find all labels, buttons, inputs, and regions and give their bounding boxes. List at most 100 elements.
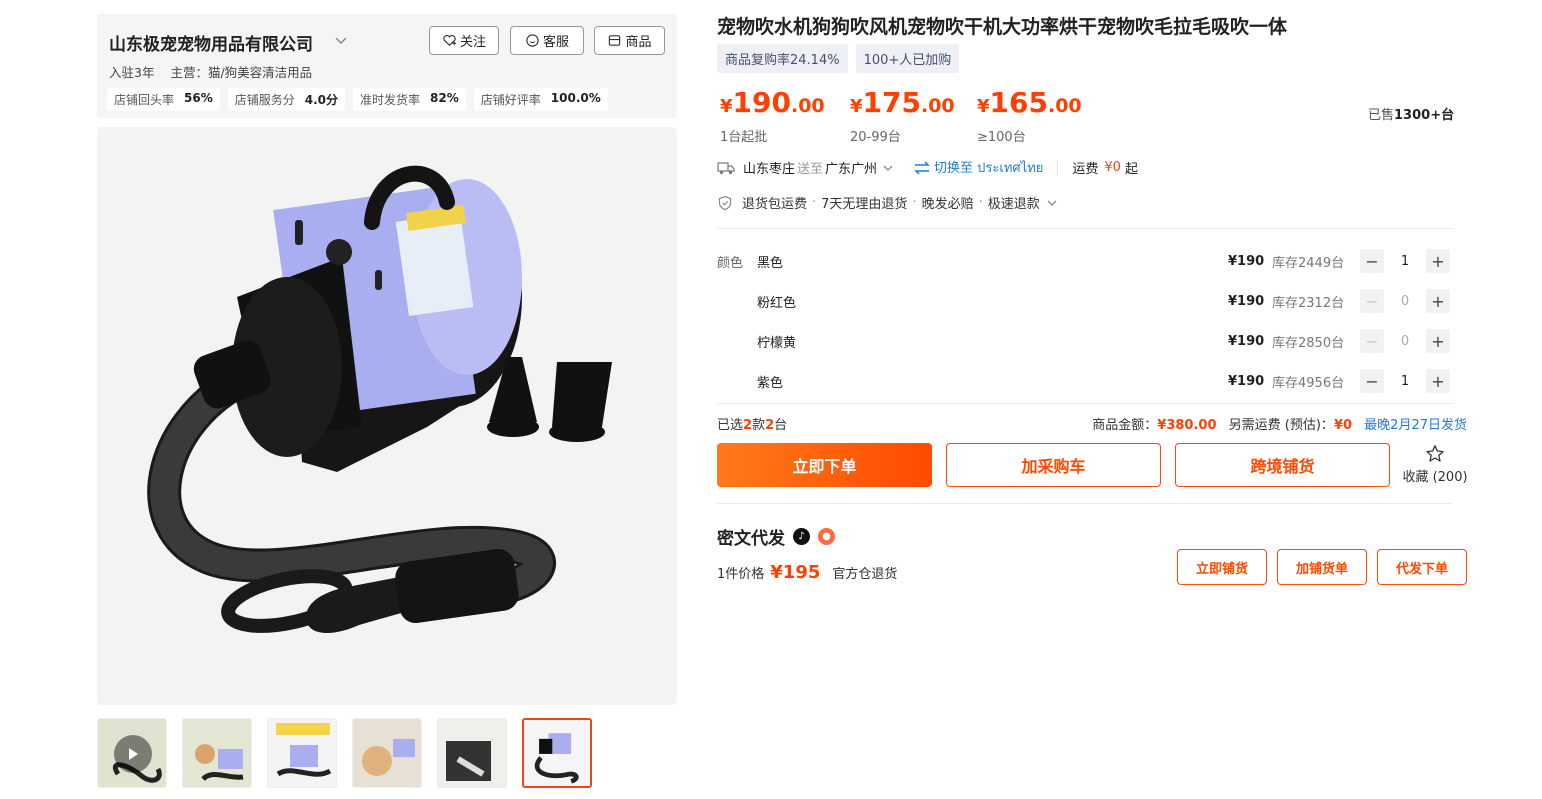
increment-button[interactable]: +: [1426, 369, 1450, 393]
thumbnail-video[interactable]: [97, 718, 167, 788]
sold-count: 已售1300+台: [1368, 104, 1454, 123]
quantity-stepper: − 1 +: [1360, 369, 1450, 393]
divider: [1057, 160, 1059, 175]
decrement-button[interactable]: −: [1360, 249, 1384, 273]
quantity-value[interactable]: 1: [1384, 254, 1426, 269]
ship-from: 山东枣庄: [743, 162, 796, 177]
customer-service-button[interactable]: 客服: [510, 26, 584, 55]
smile-chat-icon: [526, 34, 539, 47]
thumbnail-5[interactable]: [437, 718, 507, 788]
main-product-image[interactable]: [97, 127, 677, 705]
guarantee-item: 晚发必赔: [921, 197, 974, 212]
add-to-list-button[interactable]: 加铺货单: [1277, 549, 1367, 585]
order-now-button[interactable]: 立即下单: [717, 443, 932, 487]
chevron-down-icon[interactable]: [881, 161, 895, 175]
price-condition: 1台起批: [720, 130, 768, 145]
service-label: 客服: [542, 35, 569, 50]
chevron-down-icon[interactable]: [1045, 196, 1059, 210]
selection-summary: 已选2款2台: [717, 414, 787, 433]
thumb-art: [353, 719, 421, 787]
stat-repurchase: 店铺回头率 56%: [107, 88, 220, 111]
guarantee-row[interactable]: 退货包运费 · 7天无理由退货 · 晚发必赔 · 极速退款: [717, 193, 1059, 212]
sku-row-black: 黑色 ¥190 库存2449台 − 1 +: [757, 248, 1450, 274]
decrement-button[interactable]: −: [1360, 329, 1384, 353]
add-to-cart-button[interactable]: 加采购车: [946, 443, 1161, 487]
quantity-stepper: − 1 +: [1360, 249, 1450, 273]
amount-label: 商品金额：: [1092, 418, 1158, 433]
order-summary: 已选2款2台 商品金额：¥380.00 另需运费 (预估)：¥0 最晚2月27日…: [717, 414, 1467, 433]
stat-value: 82%: [430, 91, 459, 105]
shop-stats: 店铺回头率 56% 店铺服务分 4.0分 准时发货率 82% 店铺好评率 100.0%: [107, 88, 608, 111]
sku-price: ¥190: [1228, 333, 1265, 349]
cross-border-button[interactable]: 跨境铺货: [1175, 443, 1390, 487]
heart-plus-icon: [443, 34, 457, 46]
shop-name[interactable]: 山东极宠宠物用品有限公司: [109, 30, 313, 55]
sold-prefix: 已售: [1368, 108, 1395, 123]
quantity-stepper: − 0 +: [1360, 289, 1450, 313]
thumbnail-3[interactable]: [267, 718, 337, 788]
quantity-value[interactable]: 0: [1384, 334, 1426, 349]
shop-card: 山东极宠宠物用品有限公司 关注 客服 商品 入驻3年 主营：猫/狗美容清洁用品 …: [97, 14, 677, 118]
freight-value: ¥0: [1104, 160, 1121, 175]
favorite-label: 收藏 (200): [1402, 470, 1468, 485]
dropship-title: 密文代发: [717, 529, 785, 549]
price-tier-1: ¥190.00 1台起批: [720, 86, 825, 145]
price-integer: 190: [732, 86, 791, 119]
store-icon: [609, 35, 621, 46]
favorite-button[interactable]: 收藏 (200): [1402, 444, 1468, 485]
list-now-button[interactable]: 立即铺货: [1177, 549, 1267, 585]
sku-stock: 库存2312台: [1272, 295, 1345, 311]
price-decimal: .00: [790, 95, 825, 117]
quantity-value[interactable]: 1: [1384, 374, 1426, 389]
ship-destination[interactable]: 广东广州: [825, 158, 877, 177]
price-tier-3: ¥165.00 ≥100台: [977, 86, 1082, 145]
sku-row-purple: 紫色 ¥190 库存4956台 − 1 +: [757, 368, 1450, 394]
stat-value: 56%: [184, 91, 213, 105]
sku-row-lemon: 柠檬黄 ¥190 库存2850台 − 0 +: [757, 328, 1450, 354]
shipping-row: 山东枣庄 送至 广东广州 切换至 ประเทศไทย 运费 ¥0 起: [717, 157, 1138, 178]
thumb-art: [268, 719, 336, 787]
freight-estimate-value: ¥0: [1333, 418, 1353, 433]
divider: [717, 228, 1452, 229]
guarantee-item: 极速退款: [987, 197, 1040, 212]
shop-products-button[interactable]: 商品: [594, 26, 665, 55]
decrement-button[interactable]: −: [1360, 369, 1384, 393]
truck-icon: [717, 161, 735, 174]
cart-count-tag: 100+人已加购: [855, 44, 960, 73]
swap-icon[interactable]: [913, 160, 931, 175]
dropship-section-title: 密文代发 ♪ ●: [717, 524, 835, 549]
divider: [717, 503, 1452, 504]
dropship-order-button[interactable]: 代发下单: [1377, 549, 1467, 585]
price-integer: 175: [862, 86, 921, 119]
increment-button[interactable]: +: [1426, 249, 1450, 273]
stat-value: 4.0分: [304, 93, 339, 107]
dropship-price-label: 1件价格: [717, 567, 765, 582]
shield-icon: [718, 195, 732, 210]
sku-name: 柠檬黄: [757, 335, 797, 351]
follow-button[interactable]: 关注: [429, 26, 499, 55]
divider: [717, 403, 1452, 404]
sel-suffix: 台: [774, 418, 788, 433]
decrement-button[interactable]: −: [1360, 289, 1384, 313]
price-decimal: .00: [920, 95, 955, 117]
follow-label: 关注: [459, 35, 486, 50]
thumbnail-2[interactable]: [182, 718, 252, 788]
sku-price: ¥190: [1228, 253, 1265, 269]
chevron-down-icon[interactable]: [333, 32, 349, 48]
increment-button[interactable]: +: [1426, 329, 1450, 353]
stat-on-time: 准时发货率 82%: [353, 88, 466, 111]
price-condition: 20-99台: [850, 130, 901, 145]
product-tags: 商品复购率24.14% 100+人已加购: [717, 44, 960, 73]
stat-value: 100.0%: [550, 91, 601, 105]
thumbnail-6[interactable]: [522, 718, 592, 788]
separator-dot: ·: [978, 195, 983, 210]
xiaohongshu-icon: ●: [818, 528, 835, 545]
quantity-value[interactable]: 0: [1384, 294, 1426, 309]
delivery-date: 最晚2月27日发货: [1364, 418, 1467, 433]
increment-button[interactable]: +: [1426, 289, 1450, 313]
price-value: ¥175.00: [850, 86, 955, 124]
price-value: ¥190.00: [720, 86, 825, 124]
products-label: 商品: [625, 35, 652, 50]
thumbnail-4[interactable]: [352, 718, 422, 788]
switch-region-link[interactable]: 切换至 ประเทศไทย: [934, 157, 1043, 178]
